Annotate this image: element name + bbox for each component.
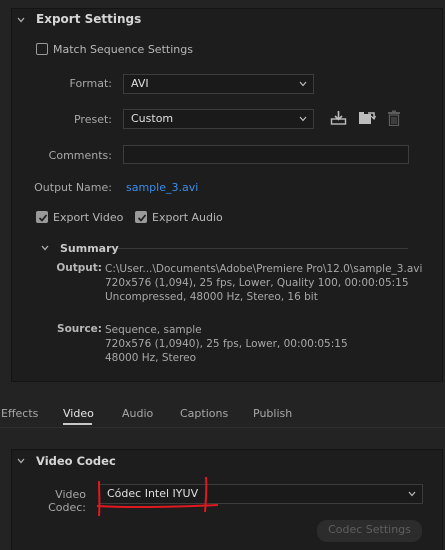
export-audio-label: Export Audio bbox=[152, 211, 223, 224]
summary-divider bbox=[118, 248, 408, 249]
import-preset-icon[interactable] bbox=[358, 110, 376, 126]
red-annotation-mark bbox=[96, 476, 219, 517]
summary-title: Summary bbox=[60, 242, 119, 255]
summary-output-label: Output: bbox=[56, 262, 102, 274]
format-value: AVI bbox=[131, 77, 149, 90]
summary-output-line: Uncompressed, 48000 Hz, Stereo, 16 bit bbox=[105, 291, 318, 303]
export-video-checkbox[interactable] bbox=[36, 211, 48, 223]
output-name-label: Output Name: bbox=[34, 181, 112, 194]
tab-video-underline bbox=[63, 423, 92, 425]
chevron-down-icon[interactable] bbox=[17, 16, 25, 24]
video-codec-label: Video Codec: bbox=[48, 488, 86, 514]
summary-source-line: Sequence, sample bbox=[105, 324, 202, 336]
preset-dropdown[interactable]: Custom bbox=[123, 109, 314, 129]
chevron-down-icon bbox=[408, 491, 416, 497]
tab-audio[interactable]: Audio bbox=[122, 407, 153, 420]
export-video-label: Export Video bbox=[53, 211, 124, 224]
summary-source-label: Source: bbox=[57, 323, 102, 335]
format-dropdown[interactable]: AVI bbox=[123, 74, 314, 94]
comments-label: Comments: bbox=[48, 149, 112, 162]
match-sequence-label: Match Sequence Settings bbox=[53, 43, 193, 56]
tab-publish[interactable]: Publish bbox=[253, 407, 292, 420]
match-sequence-checkbox[interactable] bbox=[36, 43, 48, 55]
summary-output-values: C:\User...\Documents\Adobe\Premiere Pro\… bbox=[105, 262, 422, 304]
preset-label: Preset: bbox=[73, 113, 112, 126]
summary-output-line: C:\User...\Documents\Adobe\Premiere Pro\… bbox=[105, 263, 423, 275]
delete-preset-icon[interactable] bbox=[387, 110, 401, 126]
chevron-down-icon[interactable] bbox=[41, 244, 49, 252]
export-audio-checkbox[interactable] bbox=[135, 211, 147, 223]
checkmark-icon bbox=[137, 214, 147, 222]
output-name-link[interactable]: sample_3.avi bbox=[126, 181, 198, 194]
preset-value: Custom bbox=[131, 112, 174, 125]
format-label: Format: bbox=[69, 77, 112, 90]
summary-source-values: Sequence, sample 720x576 (1,0940), 25 fp… bbox=[105, 323, 348, 365]
chevron-down-icon[interactable] bbox=[17, 457, 25, 465]
comments-input[interactable] bbox=[123, 145, 409, 164]
summary-source-line: 720x576 (1,0940), 25 fps, Lower, 00:00:0… bbox=[105, 338, 348, 350]
video-codec-title: Video Codec bbox=[36, 454, 116, 468]
summary-source-line: 48000 Hz, Stereo bbox=[105, 352, 197, 364]
tab-effects[interactable]: Effects bbox=[1, 407, 38, 420]
tab-captions[interactable]: Captions bbox=[180, 407, 228, 420]
chevron-down-icon bbox=[299, 116, 307, 122]
checkmark-icon bbox=[38, 214, 48, 222]
save-preset-icon[interactable] bbox=[330, 110, 347, 126]
summary-output-line: 720x576 (1,094), 25 fps, Lower, Quality … bbox=[105, 277, 409, 289]
codec-settings-button[interactable]: Codec Settings bbox=[317, 520, 422, 542]
chevron-down-icon bbox=[299, 81, 307, 87]
tab-video[interactable]: Video bbox=[63, 407, 94, 420]
tab-bar-divider bbox=[0, 427, 445, 428]
export-settings-title: Export Settings bbox=[36, 12, 142, 26]
